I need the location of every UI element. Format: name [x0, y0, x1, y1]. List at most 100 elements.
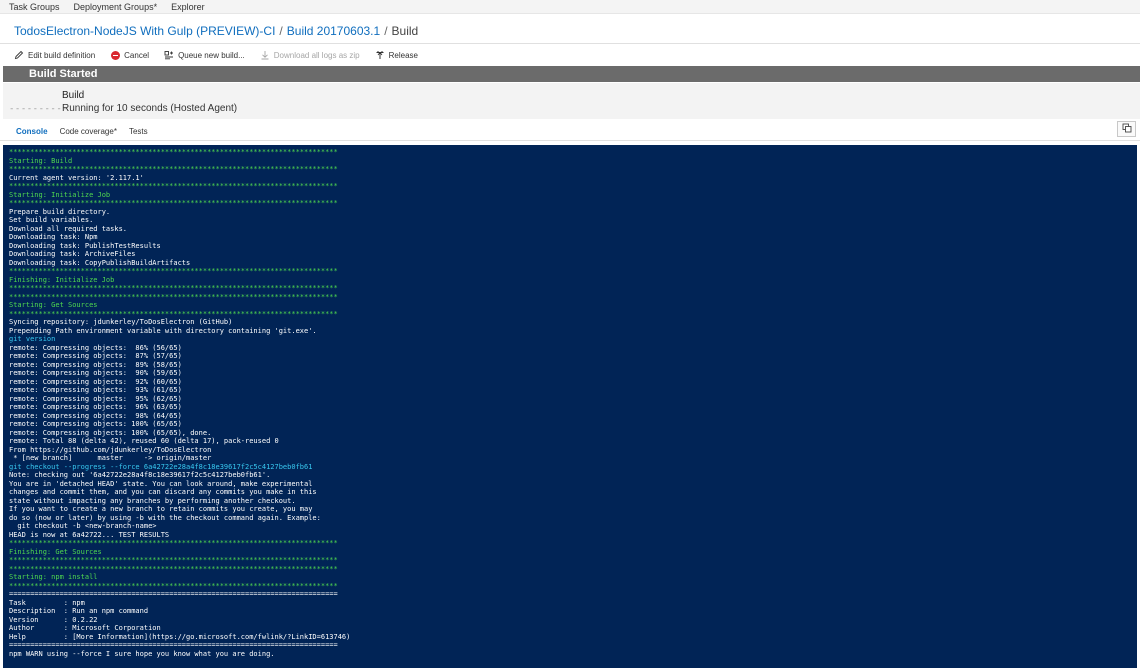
console-line: remote: Compressing objects: 87% (57/65)	[9, 352, 182, 360]
console-line: git checkout --progress --force 6a42722e…	[9, 462, 313, 471]
console-line: ****************************************…	[9, 148, 338, 156]
job-status: Running for 10 seconds (Hosted Agent)	[62, 103, 238, 114]
divider	[0, 140, 1140, 141]
console-line: Starting: Initialize Job	[9, 190, 111, 199]
console-line: Downloading task: ArchiveFiles	[9, 250, 136, 258]
copy-log-button[interactable]	[1117, 121, 1136, 137]
console-line: remote: Compressing objects: 96% (63/65)	[9, 403, 182, 411]
console-line: ****************************************…	[9, 581, 338, 590]
cancel-button[interactable]: Cancel	[110, 50, 149, 60]
edit-build-definition-button[interactable]: Edit build definition	[14, 50, 95, 60]
console-line: Finishing: Initialize Job	[9, 275, 115, 284]
console-line: From https://github.com/jdunkerley/ToDos…	[9, 445, 212, 454]
job-panel: Build ---------- Running for 10 seconds …	[3, 83, 1140, 119]
cancel-label: Cancel	[124, 50, 150, 60]
queue-new-build-label: Queue new build...	[178, 50, 245, 60]
breadcrumb-separator: /	[384, 24, 388, 38]
console-line: ****************************************…	[9, 292, 338, 301]
console-line: remote: Compressing objects: 100% (65/65…	[9, 428, 212, 437]
console-line: git checkout -b <new-branch-name>	[9, 522, 157, 530]
console-line: state without impacting any branches by …	[9, 496, 296, 505]
console-line: ****************************************…	[9, 165, 338, 173]
queue-new-build-button[interactable]: Queue new build...	[164, 50, 245, 60]
console-line: Note: checking out '6a42722e28a4f8c18e39…	[9, 471, 271, 479]
console-line: do so (now or later) by using -b with th…	[9, 513, 321, 522]
console-line: remote: Compressing objects: 92% (60/65)	[9, 377, 182, 386]
console-line: Downloading task: CopyPublishBuildArtifa…	[9, 258, 191, 267]
console-line: ****************************************…	[9, 539, 338, 547]
console-line: You are in 'detached HEAD' state. You ca…	[9, 479, 313, 488]
edit-build-definition-label: Edit build definition	[28, 50, 96, 60]
console-line: changes and commit them, and you can dis…	[9, 488, 317, 496]
console-line: ****************************************…	[9, 556, 338, 564]
console-line: Starting: Get Sources	[9, 301, 98, 309]
console-line: remote: Total 88 (delta 42), reused 60 (…	[9, 437, 279, 445]
breadcrumb-build-number[interactable]: Build 20170603.1	[287, 24, 380, 38]
console-line: Help : [More Information](https://go.mic…	[9, 632, 351, 641]
job-progress-placeholder: ----------	[9, 104, 69, 114]
build-status-bar: Build Started	[3, 66, 1140, 82]
console-line: ========================================…	[9, 641, 338, 649]
console-line: git version	[9, 335, 56, 343]
top-nav: Task Groups Deployment Groups* Explorer	[0, 0, 1140, 14]
console-output[interactable]: ****************************************…	[3, 145, 1137, 668]
console-line: Starting: npm install	[9, 573, 98, 581]
console-line: Download all required tasks.	[9, 224, 128, 233]
console-line: ========================================…	[9, 590, 338, 598]
console-line: Prepending Path environment variable wit…	[9, 326, 317, 335]
build-status-title: Build Started	[29, 68, 98, 80]
breadcrumb-definition[interactable]: TodosElectron-NodeJS With Gulp (PREVIEW)…	[14, 24, 275, 38]
console-line: Set build variables.	[9, 216, 94, 224]
breadcrumb-current: Build	[391, 24, 419, 38]
console-line: Version : 0.2.22	[9, 615, 98, 624]
breadcrumb-separator: /	[279, 24, 283, 38]
console-line: remote: Compressing objects: 95% (62/65)	[9, 394, 182, 403]
console-line: ****************************************…	[9, 564, 338, 573]
console-line: Starting: Build	[9, 156, 73, 165]
copy-icon	[1122, 120, 1132, 138]
download-logs-button[interactable]: Download all logs as zip	[260, 50, 360, 60]
console-line: remote: Compressing objects: 93% (61/65)	[9, 386, 182, 394]
console-line: Description : Run an npm command	[9, 607, 149, 615]
console-line: If you want to create a new branch to re…	[9, 505, 313, 513]
nav-explorer[interactable]: Explorer	[171, 2, 205, 12]
release-icon	[375, 50, 385, 60]
console-line: ****************************************…	[9, 199, 338, 207]
tab-tests[interactable]: Tests	[129, 127, 148, 136]
console-line: * [new branch] master -> origin/master	[9, 454, 212, 462]
console-line: remote: Compressing objects: 90% (59/65)	[9, 369, 182, 377]
nav-deployment-groups[interactable]: Deployment Groups*	[74, 2, 158, 12]
divider	[0, 43, 1140, 44]
pencil-icon	[14, 50, 24, 60]
download-logs-label: Download all logs as zip	[273, 50, 360, 60]
job-name[interactable]: Build	[62, 90, 84, 101]
breadcrumb: TodosElectron-NodeJS With Gulp (PREVIEW)…	[14, 23, 418, 39]
release-button[interactable]: Release	[375, 50, 418, 60]
console-line: Author : Microsoft Corporation	[9, 624, 161, 632]
console-line: Downloading task: PublishTestResults	[9, 241, 161, 250]
console-line: Current agent version: '2.117.1'	[9, 173, 144, 182]
console-line: remote: Compressing objects: 100% (65/65…	[9, 420, 182, 428]
queue-icon	[164, 50, 174, 60]
console-line: ****************************************…	[9, 284, 338, 292]
log-tabs: Console Code coverage* Tests	[16, 125, 160, 137]
console-line: Syncing repository: jdunkerley/ToDosElec…	[9, 318, 233, 326]
tab-code-coverage[interactable]: Code coverage*	[60, 127, 117, 136]
console-line: remote: Compressing objects: 89% (58/65)	[9, 360, 182, 369]
tab-console[interactable]: Console	[16, 127, 48, 136]
console-line: remote: Compressing objects: 86% (56/65)	[9, 343, 182, 352]
console-line: ****************************************…	[9, 267, 338, 275]
console-line: ****************************************…	[9, 182, 338, 190]
console-line: Downloading task: Npm	[9, 233, 98, 241]
nav-task-groups[interactable]: Task Groups	[9, 2, 60, 12]
console-line: npm WARN using --force I sure hope you k…	[9, 649, 275, 658]
cancel-icon	[110, 50, 120, 60]
console-line: Prepare build directory.	[9, 207, 111, 216]
download-icon	[260, 50, 270, 60]
release-label: Release	[388, 50, 418, 60]
console-line: Task : npm	[9, 598, 85, 607]
console-line: HEAD is now at 6a42722... TEST RESULTS	[9, 530, 170, 539]
console-line: Finishing: Get Sources	[9, 547, 102, 556]
console-line: remote: Compressing objects: 98% (64/65)	[9, 411, 182, 420]
console-line: ****************************************…	[9, 309, 338, 318]
